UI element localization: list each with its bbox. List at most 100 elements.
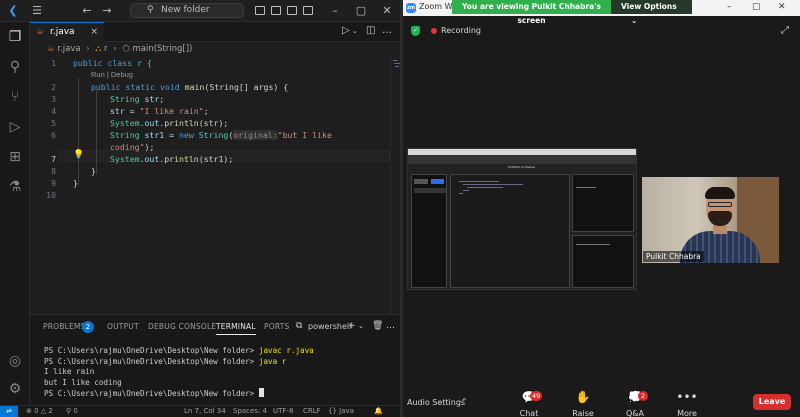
tab-problems[interactable]: PROBLEMS xyxy=(43,322,86,331)
recording-dot-icon xyxy=(431,28,437,34)
more-actions-icon[interactable]: … xyxy=(382,25,392,36)
breadcrumb-method[interactable]: main(String[]) xyxy=(132,44,192,54)
activity-bar: ❐ ⚲ ⑂ ▷ ⊞ ⚗ ◎ ⚙ xyxy=(0,22,30,405)
run-debug-icon[interactable]: ▷ xyxy=(6,118,24,136)
title-bar: ❮ ☰ ← → ⚲ New folder – ▢ ✕ xyxy=(0,0,400,22)
lightbulb-icon[interactable]: 💡 xyxy=(73,150,84,160)
recording-label: Recording xyxy=(441,26,482,35)
audio-settings-button[interactable]: Audio Settings xyxy=(407,398,465,407)
close-window-icon[interactable]: ✕ xyxy=(778,2,786,12)
remote-indicator-icon[interactable]: ⇌ xyxy=(0,406,18,417)
shared-screen: Untitled Container xyxy=(407,148,637,290)
explorer-icon[interactable]: ❐ xyxy=(6,28,24,46)
toggle-panel-icon[interactable] xyxy=(271,6,281,15)
close-window-icon[interactable]: ✕ xyxy=(380,4,394,18)
tab-r-java[interactable]: ☕ r.java × xyxy=(30,22,104,42)
run-dropdown-icon[interactable]: ⌄ xyxy=(352,27,358,35)
search-view-icon[interactable]: ⚲ xyxy=(6,58,24,76)
forward-arrow-icon[interactable]: → xyxy=(100,4,114,18)
raise-hand-button[interactable]: ✋ Raise Hand xyxy=(561,390,605,417)
problems-count-badge: 2 xyxy=(82,321,94,333)
leave-button[interactable]: Leave xyxy=(753,394,791,410)
status-cursor-position[interactable]: Ln 7, Col 34 xyxy=(184,406,226,417)
maximize-icon[interactable]: ▢ xyxy=(354,4,368,18)
class-icon: ⛬ xyxy=(95,44,102,54)
command-center-search[interactable]: ⚲ New folder xyxy=(130,3,244,18)
status-eol[interactable]: CRLF xyxy=(303,406,321,417)
terminal-shell-label[interactable]: powershell xyxy=(308,322,351,331)
hand-icon: ✋ xyxy=(575,390,591,404)
participant-video-tile[interactable]: Pulkit Chhabra xyxy=(642,177,779,263)
method-icon: ⬡ xyxy=(122,44,130,54)
new-terminal-icon[interactable]: + xyxy=(348,321,356,331)
java-file-icon: ☕ xyxy=(47,44,55,54)
toggle-sidebar-icon[interactable] xyxy=(255,6,265,15)
editor-tab-bar: ☕ r.java × ▷ ⌄ ◫ … xyxy=(30,22,400,42)
zoom-title-bar: zm Zoom We You are viewing Pulkit Chhabr… xyxy=(403,0,800,25)
terminal-cursor xyxy=(258,388,264,398)
more-button[interactable]: ••• More xyxy=(665,390,709,417)
minimap[interactable] xyxy=(390,56,400,314)
back-arrow-icon[interactable]: ← xyxy=(80,4,94,18)
participant-name: Pulkit Chhabra xyxy=(643,251,704,262)
settings-gear-icon[interactable]: ⚙ xyxy=(6,380,24,398)
zoom-logo-icon: zm xyxy=(406,3,416,13)
toggle-secondary-sidebar-icon[interactable] xyxy=(287,6,297,15)
chevron-down-icon: ⌄ xyxy=(631,16,638,25)
line-number: 10 xyxy=(46,190,56,200)
source-control-icon[interactable]: ⑂ xyxy=(6,88,24,106)
status-indentation[interactable]: Spaces: 4 xyxy=(233,406,267,417)
tab-terminal[interactable]: TERMINAL xyxy=(216,322,256,335)
tab-output[interactable]: OUTPUT xyxy=(107,322,139,331)
split-editor-icon[interactable]: ◫ xyxy=(366,25,375,36)
shared-input-panel xyxy=(572,235,634,288)
chat-button[interactable]: 💬 Chat 49 xyxy=(507,390,551,417)
line-number: 7 xyxy=(51,154,56,164)
more-actions-icon[interactable]: … xyxy=(386,321,395,331)
minimize-icon[interactable]: – xyxy=(727,2,732,12)
chevron-up-icon[interactable]: ⌃ xyxy=(461,397,468,406)
status-bar: ⇌ ⊗ 0 △ 2 ⚲ 0 Ln 7, Col 34 Spaces: 4 UTF… xyxy=(0,405,400,417)
account-icon[interactable]: ◎ xyxy=(6,352,24,370)
status-problems[interactable]: ⊗ 0 △ 2 xyxy=(26,406,53,417)
chat-bubble-icon: 💬 xyxy=(521,390,537,404)
code-line-6-wrap: coding"); xyxy=(110,142,155,152)
kill-terminal-icon[interactable]: 🗑 xyxy=(372,321,383,331)
terminal-output[interactable]: PS C:\Users\rajmu\OneDrive\Desktop\New f… xyxy=(44,346,314,400)
chat-badge: 49 xyxy=(530,391,543,401)
security-shield-icon: ✓ xyxy=(411,26,420,36)
qa-button[interactable]: 💭 Q&A 2 xyxy=(613,390,657,417)
status-ports[interactable]: ⚲ 0 xyxy=(66,406,78,417)
extensions-icon[interactable]: ⊞ xyxy=(6,148,24,166)
terminal-command: java r xyxy=(258,356,287,366)
tab-ports[interactable]: PORTS xyxy=(264,322,289,331)
view-options-button[interactable]: View Options ⌄ xyxy=(611,0,692,25)
codelens-run-debug[interactable]: Run | Debug xyxy=(91,70,133,79)
code-line-2: public static void main(String[] args) { xyxy=(91,82,289,92)
menu-icon[interactable]: ☰ xyxy=(30,4,44,18)
breadcrumb-file[interactable]: r.java xyxy=(57,44,80,54)
tab-close-icon[interactable]: × xyxy=(90,23,98,41)
shared-sidebar xyxy=(411,174,447,288)
status-language[interactable]: {} Java xyxy=(328,406,354,417)
code-editor[interactable]: 1 2 3 4 5 6 7 8 9 10 public class r { Ru… xyxy=(30,56,390,314)
customize-layout-icon[interactable] xyxy=(303,6,313,15)
testing-icon[interactable]: ⚗ xyxy=(6,178,24,196)
shared-app-title: Untitled Container xyxy=(508,165,536,169)
search-icon: ⚲ xyxy=(147,5,154,15)
code-line-7: System.out.println(str1); xyxy=(110,154,234,164)
tab-debug-console[interactable]: DEBUG CONSOLE xyxy=(148,322,216,331)
run-java-icon[interactable]: ▷ xyxy=(342,25,350,36)
breadcrumb-class[interactable]: r xyxy=(104,44,108,54)
maximize-icon[interactable]: ▢ xyxy=(752,2,761,12)
minimize-icon[interactable]: – xyxy=(328,4,342,18)
code-line-1: public class r { xyxy=(73,58,152,68)
notifications-bell-icon[interactable]: 🔔 xyxy=(374,406,383,417)
terminal-output-line: I like rain xyxy=(44,367,95,377)
shared-code-panel xyxy=(450,174,570,288)
status-encoding[interactable]: UTF-8 xyxy=(273,406,293,417)
terminal-dropdown-icon[interactable]: ⌄ xyxy=(358,322,364,330)
terminal-prompt: PS C:\Users\rajmu\OneDrive\Desktop\New f… xyxy=(44,346,259,355)
expand-icon[interactable]: ⤢ xyxy=(781,25,789,36)
terminal-output-line: but I like coding xyxy=(44,377,122,387)
